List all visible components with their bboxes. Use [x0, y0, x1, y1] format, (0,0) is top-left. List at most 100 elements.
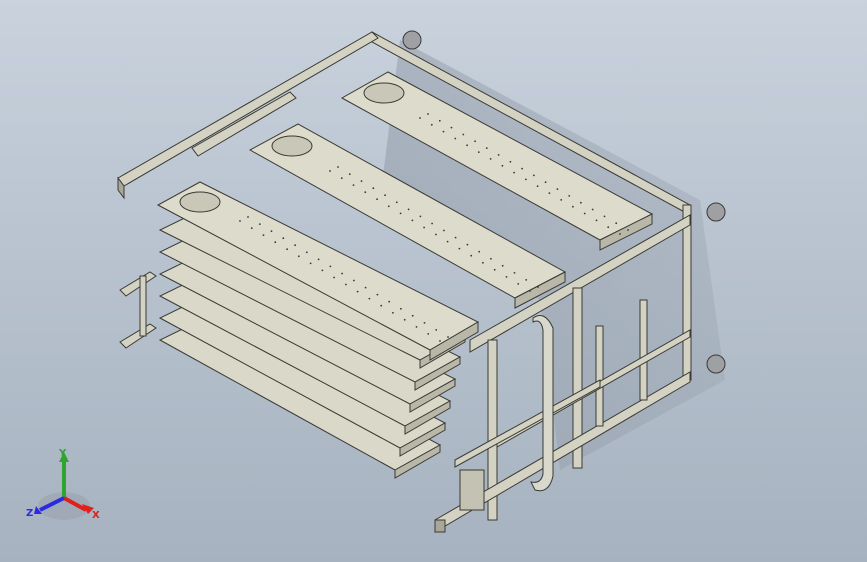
plate-hole-dot	[340, 177, 343, 180]
plate-hole-dot	[419, 117, 421, 119]
plate-hole-dot	[454, 236, 457, 239]
plate-hole-dot	[509, 160, 512, 163]
plate-hole-dot	[536, 185, 539, 188]
plate-hole-dot	[286, 248, 288, 251]
plate-hole-dot	[423, 322, 426, 324]
plate-hole-dot	[384, 194, 386, 197]
plate-hole-dot	[305, 251, 308, 254]
plate-hole-dot	[595, 219, 598, 222]
axis-label-x: X	[92, 510, 100, 521]
plate-hole-dot	[376, 293, 379, 296]
plate-hole-dot	[490, 257, 492, 260]
plate-hole-dot	[470, 254, 473, 257]
plate-hole-dot	[356, 290, 359, 293]
plate-hole-dot	[411, 219, 414, 222]
plate-hole-dot	[537, 286, 539, 288]
plate-hole-dot	[458, 247, 461, 250]
plate-hole-dot	[544, 181, 547, 184]
plate-hole-dot	[329, 170, 331, 172]
plate-hole-dot	[474, 140, 476, 143]
plate-hole-dot	[583, 212, 586, 215]
plate-hole-dot	[517, 283, 520, 285]
plate-hole-dot	[427, 113, 429, 115]
plate-hole-dot	[580, 201, 582, 204]
plate-hole-dot	[427, 333, 430, 335]
control-box	[459, 469, 485, 511]
plate-hole-dot	[337, 166, 339, 168]
plate-hole-dot	[388, 300, 391, 303]
plate-hole-dot	[572, 205, 574, 208]
plate-hole-dot	[309, 262, 312, 265]
plate-hole-dot	[431, 222, 433, 225]
orientation-triad[interactable]: Y X Z	[22, 448, 112, 528]
plate-hole-dot	[423, 226, 425, 229]
plate-hole-dot	[329, 265, 332, 268]
plate-hole-dot	[419, 215, 422, 218]
plate-hole-dot	[345, 283, 347, 286]
plate-hole-dot	[462, 133, 465, 136]
plate-hole-dot	[360, 180, 363, 183]
plate-hole-dot	[399, 212, 402, 215]
plate-hole-dot	[627, 229, 629, 231]
plate-hole-dot	[501, 164, 504, 167]
plate-hole-dot	[395, 201, 398, 204]
plate-hole-dot	[282, 237, 285, 240]
plate-hole-dot	[333, 276, 335, 279]
axis-label-z: Z	[26, 508, 33, 519]
plate-hole-dot	[568, 195, 571, 197]
plate-hole-dot	[352, 184, 355, 187]
plate-hole-dot	[619, 233, 621, 235]
plate-hole-dot	[317, 258, 320, 261]
plate-hole-dot	[466, 144, 468, 147]
plate-hole-dot	[376, 198, 378, 201]
plate-hole-dot	[294, 244, 296, 247]
plate-hole-dot	[392, 311, 394, 314]
plate-hole-dot	[372, 187, 375, 190]
plate-hole-dot	[400, 307, 402, 310]
plate-hole-dot	[341, 272, 343, 275]
plate-hole-dot	[497, 154, 500, 156]
plate-hole-dot	[529, 290, 531, 292]
plate-hole-dot	[387, 205, 390, 208]
plate-hole-dot	[348, 173, 351, 176]
plate-hole-dot	[607, 226, 610, 229]
plate-hole-dot	[446, 240, 449, 243]
plate-hole-dot	[411, 314, 414, 317]
plate-hole-dot	[274, 241, 277, 244]
plate-hole-dot	[443, 229, 445, 232]
assembly-model[interactable]	[0, 0, 867, 562]
plate-hole-dot	[270, 230, 273, 233]
plate-hole-dot	[591, 208, 594, 211]
plate-hole-dot	[478, 250, 481, 253]
plate-hole-dot	[250, 227, 253, 230]
plate-hole-back	[363, 82, 405, 104]
plate-hole-dot	[501, 264, 504, 267]
cad-viewport[interactable]: Y X Z	[0, 0, 867, 562]
plate-hole-dot	[364, 286, 367, 289]
plate-hole-dot	[485, 147, 488, 150]
plate-hole-dot	[297, 255, 300, 258]
plate-hole-dot	[364, 191, 367, 194]
plate-hole-dot	[493, 268, 496, 271]
plate-hole-dot	[435, 233, 437, 236]
plate-hole-dot	[407, 208, 410, 211]
plate-hole-dot	[533, 174, 535, 177]
plate-hole-dot	[615, 222, 618, 225]
plate-hole-front	[179, 191, 221, 213]
plate-hole-dot	[435, 329, 438, 331]
plate-hole-dot	[477, 151, 480, 154]
plate-hole-dot	[415, 326, 418, 328]
plate-hole-dot	[454, 137, 457, 140]
plate-hole-dot	[353, 279, 355, 282]
plate-hole-dot	[513, 171, 515, 174]
plate-hole-dot	[239, 220, 241, 222]
plate-hole-dot	[560, 199, 563, 201]
plate-hole-dot	[489, 158, 492, 160]
plate-hole-dot	[450, 126, 453, 129]
plate-hole-middle	[271, 135, 313, 157]
plate-hole-dot	[442, 130, 445, 133]
plate-hole-dot	[403, 318, 406, 321]
plate-hole-dot	[556, 188, 559, 191]
plate-hole-dot	[603, 215, 606, 218]
axis-label-y: Y	[58, 448, 67, 459]
